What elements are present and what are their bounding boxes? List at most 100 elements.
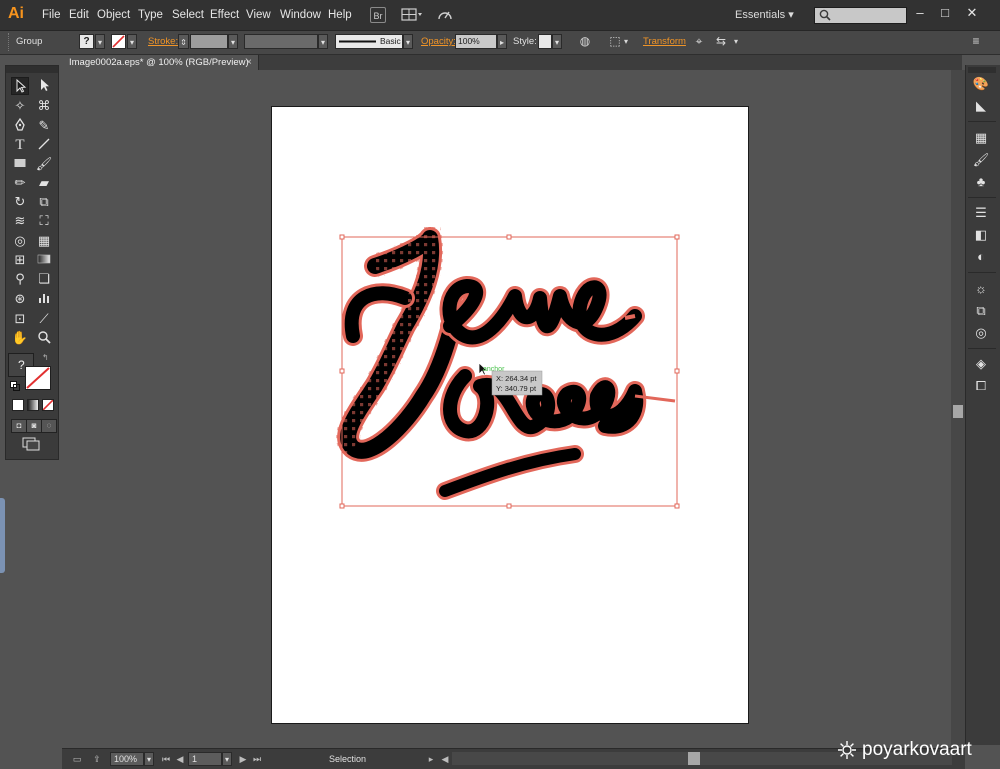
- handle-top-left[interactable]: [339, 234, 345, 240]
- share-icon[interactable]: ⇪: [90, 752, 104, 766]
- curvature-tool-icon[interactable]: ✎: [35, 117, 53, 135]
- left-edge-panel-tab[interactable]: [0, 498, 5, 573]
- default-fill-stroke-icon[interactable]: [10, 381, 20, 391]
- brush-dropdown[interactable]: ▾: [403, 34, 413, 49]
- menu-type[interactable]: Type: [138, 0, 163, 30]
- eraser-tool-icon[interactable]: ▰: [35, 174, 53, 192]
- opacity-label[interactable]: Opacity:: [421, 35, 456, 49]
- draw-normal-icon[interactable]: ◘: [11, 419, 27, 433]
- stroke-swatch[interactable]: [111, 34, 126, 49]
- zoom-dropdown[interactable]: ▾: [144, 752, 154, 766]
- image-trace-panel-icon[interactable]: ◎: [970, 323, 992, 343]
- menu-window[interactable]: Window: [280, 0, 321, 30]
- color-mode-icon[interactable]: [12, 399, 24, 411]
- gradient-panel-icon[interactable]: ◧: [970, 225, 992, 245]
- first-artboard-icon[interactable]: ⏮: [160, 752, 172, 766]
- align-to-dropdown-icon[interactable]: ▾: [621, 34, 631, 49]
- menu-effect[interactable]: Effect: [210, 0, 239, 30]
- none-mode-icon[interactable]: [42, 399, 54, 411]
- workspace-switcher[interactable]: Essentials ▾: [735, 6, 805, 24]
- color-panel-icon[interactable]: 🎨: [970, 74, 992, 94]
- screen-mode-icon[interactable]: [22, 437, 40, 451]
- graphic-style-swatch[interactable]: [538, 34, 552, 49]
- zoom-tool-icon[interactable]: [35, 329, 53, 347]
- layers-panel-icon[interactable]: ◈: [970, 354, 992, 374]
- gpu-performance-icon[interactable]: [436, 7, 454, 23]
- brushes-panel-icon[interactable]: 🖌: [970, 150, 992, 170]
- symbol-sprayer-tool-icon[interactable]: ⊛: [11, 290, 29, 308]
- graphic-styles-panel-icon[interactable]: ⧉: [970, 301, 992, 321]
- artboard-dropdown[interactable]: ▾: [222, 752, 232, 766]
- gradient-mode-icon[interactable]: [27, 399, 39, 411]
- line-segment-tool-icon[interactable]: [35, 136, 53, 154]
- stroke-panel-icon[interactable]: ☰: [970, 203, 992, 223]
- variable-width-dropdown[interactable]: ▾: [318, 34, 328, 49]
- menu-select[interactable]: Select: [172, 0, 204, 30]
- handle-middle-left[interactable]: [339, 368, 345, 374]
- stroke-dropdown[interactable]: ▾: [127, 34, 137, 49]
- tools-panel-grip[interactable]: [6, 66, 58, 73]
- brush-definition[interactable]: Basic: [335, 34, 403, 49]
- select-similar-icon[interactable]: ⇆: [713, 34, 729, 49]
- close-button[interactable]: ✕: [962, 4, 982, 22]
- draw-inside-icon[interactable]: ◌: [41, 419, 57, 433]
- handle-bottom-right[interactable]: [674, 503, 680, 509]
- variable-width-profile[interactable]: [244, 34, 318, 49]
- pencil-tool-icon[interactable]: ✏: [11, 174, 29, 192]
- rectangle-tool-icon[interactable]: [11, 155, 29, 173]
- color-guide-panel-icon[interactable]: ◣: [970, 96, 992, 116]
- magic-wand-tool-icon[interactable]: ✧: [11, 97, 29, 115]
- vertical-scroll-thumb[interactable]: [953, 405, 963, 418]
- mesh-tool-icon[interactable]: ⊞: [11, 251, 29, 269]
- arrange-documents-icon[interactable]: [401, 7, 423, 23]
- appearance-panel-icon[interactable]: ☼: [970, 279, 992, 299]
- shape-builder-tool-icon[interactable]: ◎: [11, 232, 29, 250]
- paintbrush-tool-icon[interactable]: 🖌: [35, 155, 53, 173]
- lettering-artwork[interactable]: anchor X: 264.34 pt Y: 340.79 pt: [335, 226, 685, 516]
- isolate-group-icon[interactable]: ⌖: [691, 34, 707, 49]
- last-artboard-icon[interactable]: ⏭: [251, 752, 263, 766]
- next-artboard-icon[interactable]: ▶: [237, 752, 249, 766]
- hand-tool-icon[interactable]: ✋: [11, 329, 29, 347]
- control-bar-grip[interactable]: [8, 33, 11, 51]
- minimize-button[interactable]: –: [910, 4, 930, 22]
- swap-fill-stroke-icon[interactable]: ↰: [42, 353, 52, 363]
- lasso-tool-icon[interactable]: ⌘: [35, 97, 53, 115]
- fill-swatch[interactable]: ?: [79, 34, 94, 49]
- handle-middle-right[interactable]: [674, 368, 680, 374]
- menu-file[interactable]: File: [42, 0, 61, 30]
- select-similar-dropdown-icon[interactable]: ▾: [731, 34, 741, 49]
- document-tab-close-icon[interactable]: ×: [246, 56, 256, 69]
- bridge-button[interactable]: Br: [370, 7, 386, 23]
- control-panel-menu-icon[interactable]: ≡: [968, 34, 984, 49]
- stroke-label[interactable]: Stroke:: [148, 35, 178, 49]
- type-tool-icon[interactable]: T: [11, 136, 29, 154]
- transparency-panel-icon[interactable]: ◐: [970, 247, 992, 267]
- perspective-grid-tool-icon[interactable]: ▦: [35, 232, 53, 250]
- gradient-tool-icon[interactable]: [35, 251, 53, 269]
- status-menu-icon[interactable]: ▸: [425, 752, 437, 766]
- horizontal-scroll-thumb[interactable]: [688, 752, 700, 765]
- scale-tool-icon[interactable]: ⧉: [35, 193, 53, 211]
- menu-object[interactable]: Object: [97, 0, 130, 30]
- artboard-number-input[interactable]: 1: [188, 752, 222, 766]
- transform-link[interactable]: Transform: [643, 35, 686, 49]
- symbols-panel-icon[interactable]: ♣: [970, 172, 992, 192]
- handle-bottom-middle[interactable]: [506, 503, 512, 509]
- panel-dock-grip[interactable]: [968, 67, 996, 73]
- gpu-preview-icon[interactable]: ▭: [70, 752, 84, 766]
- artboard-tool-icon[interactable]: ⊡: [11, 310, 29, 328]
- selection-tool-icon[interactable]: [11, 77, 29, 95]
- eyedropper-tool-icon[interactable]: ⚲: [11, 270, 29, 288]
- zoom-input[interactable]: 100%: [110, 752, 144, 766]
- menu-edit[interactable]: Edit: [69, 0, 89, 30]
- width-tool-icon[interactable]: ≋: [11, 212, 29, 230]
- blend-tool-icon[interactable]: ❏: [35, 270, 53, 288]
- opacity-input[interactable]: 100%: [455, 34, 497, 49]
- previous-artboard-icon[interactable]: ◀: [174, 752, 186, 766]
- stroke-weight-stepper[interactable]: ⇕: [178, 34, 189, 49]
- direct-selection-tool-icon[interactable]: [35, 77, 53, 95]
- stroke-weight-input[interactable]: [190, 34, 228, 49]
- pen-tool-icon[interactable]: [11, 117, 29, 135]
- menu-view[interactable]: View: [246, 0, 271, 30]
